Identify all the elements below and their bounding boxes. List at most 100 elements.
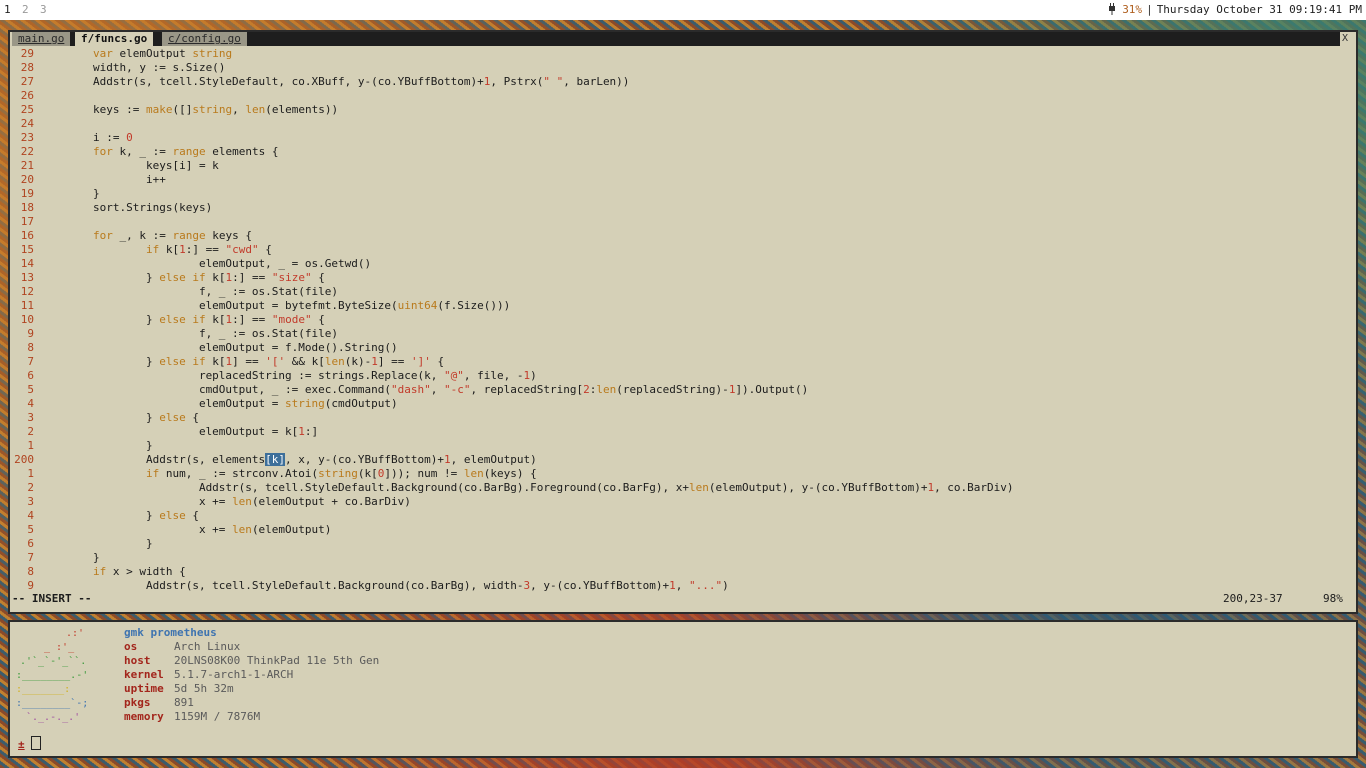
svg-text:.'`_`-'_``.: .'`_`-'_``. [20,655,86,667]
line-number: 10 [20,313,34,326]
tab-config-go[interactable]: c/config.go [162,32,247,46]
code-line[interactable]: 7 } [10,551,99,565]
line-text: elemOutput, _ = os.Getwd() [40,257,372,270]
scroll-percent: 98% [1323,592,1343,605]
line-number: 7 [27,551,34,564]
shell-prompt[interactable]: ± [18,736,41,752]
line-text: } [40,537,153,550]
workspace-1[interactable]: 1 [4,0,11,20]
code-line[interactable]: 10 } else if k[1:] == "mode" { [10,313,325,327]
code-line[interactable]: 18 sort.Strings(keys) [10,201,212,215]
code-line[interactable]: 6 } [10,537,153,551]
code-line[interactable]: 5 x += len(elemOutput) [10,523,331,537]
line-text: x += len(elemOutput) [40,523,332,536]
shell-terminal-window[interactable]: .:' _ :'_ .'`_`-'_``. :________.-' :____… [8,620,1358,758]
line-number: 28 [20,61,34,74]
code-line[interactable]: 2 elemOutput = k[1:] [10,425,318,439]
line-number: 15 [20,243,34,256]
text-cursor [30,736,41,750]
line-text: Addstr(s, tcell.StyleDefault, co.XBuff, … [40,75,630,88]
line-text: Addstr(s, tcell.StyleDefault.Background(… [40,579,729,592]
code-line[interactable]: 4 elemOutput = string(cmdOutput) [10,397,397,411]
line-number: 9 [27,327,34,340]
cursor-position: 200,23-37 [1223,592,1283,605]
code-line[interactable]: 20 i++ [10,173,166,187]
workspace-2[interactable]: 2 [22,0,29,20]
code-line[interactable]: 9 f, _ := os.Stat(file) [10,327,338,341]
prompt-symbol: ± [18,738,25,751]
tab-main-go[interactable]: main.go [12,32,71,46]
line-number: 18 [20,201,34,214]
code-line[interactable]: 3 } else { [10,411,199,425]
code-line[interactable]: 15 if k[1:] == "cwd" { [10,243,272,257]
code-line[interactable]: 21 keys[i] = k [10,159,219,173]
line-text: i++ [40,173,166,186]
code-line[interactable]: 1 } [10,439,153,453]
svg-text::________`-;: :________`-; [16,697,88,709]
line-number: 16 [20,229,34,242]
code-line[interactable]: 7 } else if k[1] == '[' && k[len(k)-1] =… [10,355,444,369]
line-number: 17 [20,215,34,228]
line-text: } else if k[1:] == "mode" { [40,313,325,326]
battery-level: 31% [1122,3,1143,16]
code-line[interactable]: 14 elemOutput, _ = os.Getwd() [10,257,371,271]
code-line[interactable]: 26 [10,89,40,103]
line-text: elemOutput = bytefmt.ByteSize(uint64(f.S… [40,299,511,312]
line-text: i := 0 [40,131,133,144]
line-number: 27 [20,75,34,88]
code-line[interactable]: 1 if num, _ := strconv.Atoi(string(k[0])… [10,467,536,481]
code-line[interactable]: 11 elemOutput = bytefmt.ByteSize(uint64(… [10,299,510,313]
code-line[interactable]: 4 } else { [10,509,199,523]
line-text: cmdOutput, _ := exec.Command("dash", "-c… [40,383,809,396]
line-text: } else { [40,411,199,424]
line-number: 23 [20,131,34,144]
editor-cursor: [k] [265,453,286,466]
line-text: } else { [40,509,199,522]
code-line[interactable]: 23 i := 0 [10,131,133,145]
line-text: for k, _ := range elements { [92,145,279,158]
line-number: 6 [27,537,34,550]
line-number: 5 [27,383,34,396]
line-text: x += len(elemOutput + co.BarDiv) [40,495,411,508]
system-tray: 31% | Thursday October 31 09:19:41 PM [1106,0,1362,20]
code-line[interactable]: 3 x += len(elemOutput + co.BarDiv) [10,495,411,509]
code-line[interactable]: 200 Addstr(s, elements[k], x, y-(co.YBuf… [10,453,537,467]
arch-logo-ascii-icon: .:' _ :'_ .'`_`-'_``. :________.-' :____… [16,628,88,723]
line-text: replacedString := strings.Replace(k, "@"… [40,369,537,382]
line-number: 3 [27,495,34,508]
code-line[interactable]: 16 for _, k := range keys { [10,229,252,243]
line-number: 20 [20,173,34,186]
code-line[interactable]: 29 var elemOutput string [10,47,232,61]
vim-editor-window[interactable]: main.go f/funcs.go c/config.go X 29 var … [8,30,1358,614]
code-line[interactable]: 24 [10,117,40,131]
line-text: } [40,439,153,452]
line-number: 29 [20,47,34,60]
code-line[interactable]: 9 Addstr(s, tcell.StyleDefault.Backgroun… [10,579,729,593]
line-number: 6 [27,369,34,382]
code-line[interactable]: 2 Addstr(s, tcell.StyleDefault.Backgroun… [10,481,1013,495]
code-line[interactable]: 25 keys := make([]string, len(elements)) [10,103,338,117]
code-line[interactable]: 6 replacedString := strings.Replace(k, "… [10,369,537,383]
info-row-os: os Arch Linux [124,640,241,653]
code-line[interactable]: 28 width, y := s.Size() [10,61,226,75]
mode-indicator: -- INSERT -- [12,592,92,605]
code-line[interactable]: 8 if x > width { [10,565,185,579]
line-text: f, _ := os.Stat(file) [40,327,339,340]
code-line[interactable]: 27 Addstr(s, tcell.StyleDefault, co.XBuf… [10,75,630,89]
close-tab-icon[interactable]: X [1340,32,1350,46]
code-line[interactable]: 17 [10,215,40,229]
code-line[interactable]: 12 f, _ := os.Stat(file) [10,285,338,299]
line-number: 12 [20,285,34,298]
code-line[interactable]: 19 } [10,187,100,201]
line-text: elemOutput = f.Mode().String() [40,341,398,354]
tab-funcs-go[interactable]: f/funcs.go [75,32,154,46]
code-line[interactable]: 8 elemOutput = f.Mode().String() [10,341,398,355]
workspace-3[interactable]: 3 [40,0,47,20]
code-line[interactable]: 5 cmdOutput, _ := exec.Command("dash", "… [10,383,808,397]
info-row-host: host 20LNS08K00 ThinkPad 11e 5th Gen [124,654,380,667]
line-number: 7 [27,355,34,368]
line-number: 21 [20,159,34,172]
code-line[interactable]: 13 } else if k[1:] == "size" { [10,271,325,285]
code-line[interactable]: 22 for k, _ := range elements { [10,145,279,159]
line-number: 4 [27,397,34,410]
